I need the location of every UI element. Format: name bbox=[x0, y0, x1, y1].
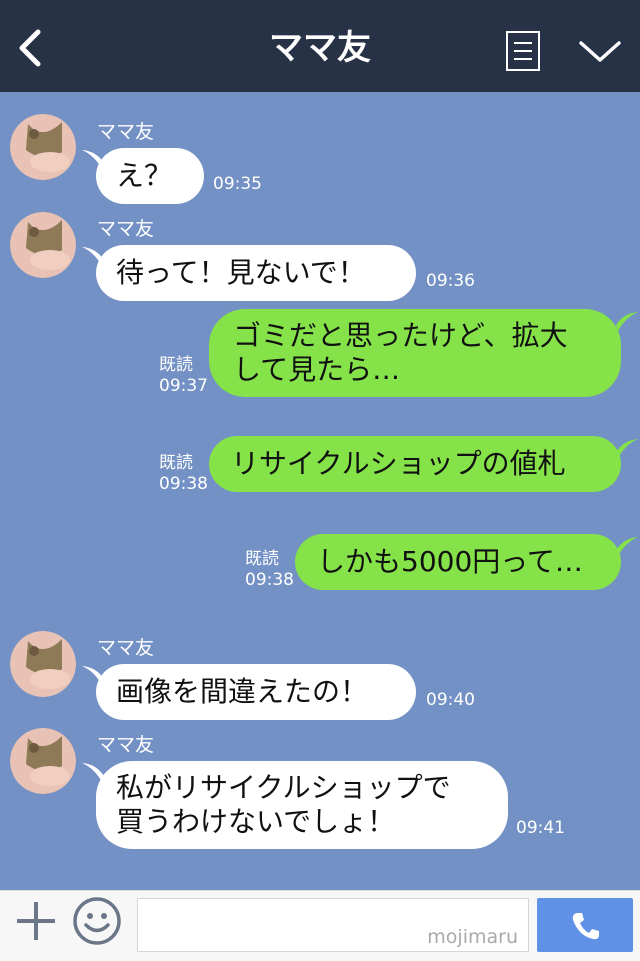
call-button[interactable] bbox=[537, 898, 633, 952]
plus-icon[interactable] bbox=[14, 899, 58, 943]
message-text: 待って！見ないで！ bbox=[96, 245, 416, 301]
message-text: ゴミだと思ったけど、拡大 して見たら… bbox=[209, 309, 621, 397]
sender-name: ママ友 bbox=[97, 218, 155, 240]
message-text: 画像を間違えたの！ bbox=[96, 664, 416, 720]
watermark: mojimaru bbox=[427, 926, 518, 948]
message-time: 09:41 bbox=[516, 818, 565, 838]
sender-name: ママ友 bbox=[97, 734, 155, 756]
avatar[interactable] bbox=[10, 631, 76, 697]
read-label: 既読 bbox=[159, 355, 193, 375]
chevron-down-icon[interactable] bbox=[578, 38, 622, 66]
read-receipt: 既読 09:38 bbox=[245, 549, 294, 591]
message-text: リサイクルショップの値札 bbox=[209, 436, 621, 492]
sender-name: ママ友 bbox=[97, 121, 155, 143]
message-composer: mojimaru bbox=[0, 890, 640, 961]
message-time: 09:35 bbox=[213, 174, 262, 194]
chat-title: ママ友 bbox=[269, 28, 371, 68]
message-line: ゴミだと思ったけど、拡大 bbox=[233, 319, 568, 352]
message-time: 09:38 bbox=[245, 570, 294, 590]
message-time: 09:36 bbox=[426, 271, 475, 291]
avatar[interactable] bbox=[10, 114, 76, 180]
bubble-tail bbox=[616, 312, 638, 331]
message-line: 私がリサイクルショップで bbox=[116, 771, 451, 804]
bubble-tail bbox=[616, 439, 638, 458]
message-time: 09:38 bbox=[159, 474, 208, 494]
avatar[interactable] bbox=[10, 212, 76, 278]
read-receipt: 既読 09:37 bbox=[159, 355, 208, 397]
phone-icon bbox=[572, 913, 599, 940]
message-text: 私がリサイクルショップで 買うわけないでしょ！ bbox=[96, 761, 508, 849]
message-text: え？ bbox=[96, 148, 204, 204]
smiley-icon[interactable] bbox=[72, 896, 122, 946]
read-label: 既読 bbox=[159, 453, 193, 473]
message-line: 買うわけないでしょ！ bbox=[116, 805, 396, 838]
message-time: 09:37 bbox=[159, 376, 208, 396]
avatar[interactable] bbox=[10, 728, 76, 794]
list-icon[interactable] bbox=[506, 31, 540, 71]
read-label: 既読 bbox=[245, 549, 279, 569]
message-text: しかも5000円って… bbox=[295, 534, 621, 590]
message-line: して見たら… bbox=[233, 353, 401, 386]
bubble-tail bbox=[616, 537, 638, 556]
message-input[interactable]: mojimaru bbox=[137, 898, 529, 952]
sender-name: ママ友 bbox=[97, 637, 155, 659]
chat-header: ママ友 bbox=[0, 0, 640, 92]
read-receipt: 既読 09:38 bbox=[159, 453, 208, 495]
message-time: 09:40 bbox=[426, 690, 475, 710]
